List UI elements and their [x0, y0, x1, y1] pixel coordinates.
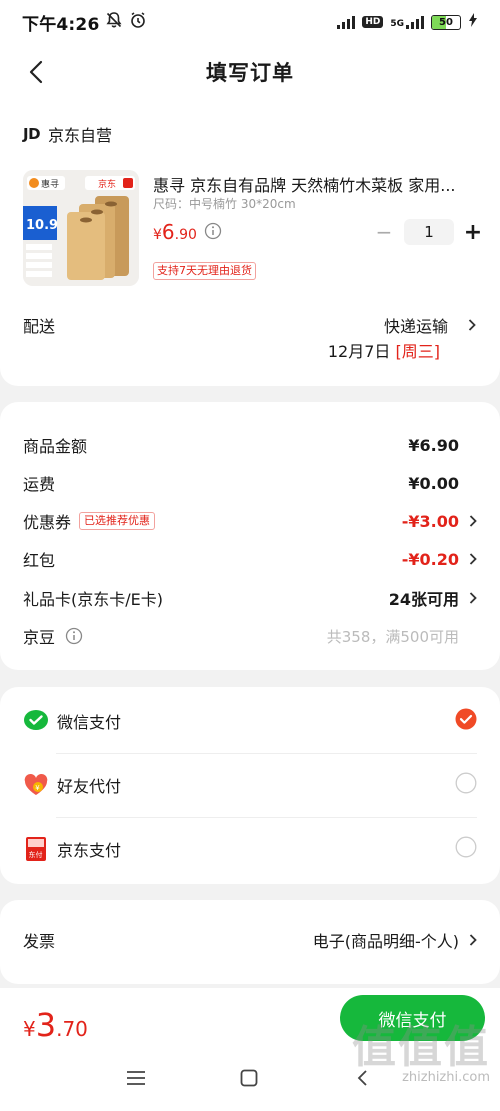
home-icon[interactable] [237, 1066, 261, 1090]
order-total: ¥ 3 .70 [23, 1006, 88, 1044]
back-arrow-icon [29, 60, 43, 84]
invoice-value: 电子(商品明细-个人) [312, 932, 459, 951]
quantity-stepper: − 1 + [370, 219, 486, 245]
decrease-button[interactable]: − [370, 220, 398, 244]
price-summary-card: 商品金额 ¥6.90 运费 ¥0.00 优惠券 已选推荐优惠 -¥3.00 红包… [0, 402, 500, 670]
back-button[interactable] [18, 54, 54, 90]
charging-icon [468, 13, 478, 31]
network-type: 5G [390, 19, 404, 29]
svg-text:¥: ¥ [35, 784, 40, 792]
delivery-label: 配送 [23, 317, 56, 336]
total-integer: 3 [35, 1006, 57, 1044]
summary-row-goods: 商品金额 ¥6.90 [23, 433, 477, 457]
friend-pay-icon: ¥ [23, 772, 49, 798]
shipping-label: 运费 [23, 475, 56, 494]
chevron-right-icon [469, 933, 477, 947]
payment-option-friend[interactable]: ¥ 好友代付 [23, 765, 477, 805]
watermark-logo-text: 值值值 [352, 1022, 490, 1073]
total-currency: ¥ [23, 1017, 36, 1041]
redpacket-value: -¥0.20 [401, 549, 459, 569]
payment-option-jd[interactable]: 东付 京东支付 [23, 829, 477, 869]
status-time: 下午4:26 [22, 14, 100, 35]
delivery-weekday: [周三] [395, 342, 441, 361]
promo-price: 10.9 [26, 218, 58, 233]
return-policy-tag: 支持7天无理由退货 [153, 262, 256, 280]
invoice-row[interactable]: 发票 电子(商品明细-个人) [23, 928, 477, 952]
price-currency: ¥ [153, 227, 162, 243]
chevron-right-icon[interactable] [468, 317, 476, 336]
product-name[interactable]: 惠寻 京东自有品牌 天然楠竹木菜板 家用... [153, 172, 475, 196]
redpacket-label: 红包 [23, 551, 56, 570]
chevron-right-icon [469, 552, 477, 566]
product-price: ¥ 6 .90 [153, 220, 197, 244]
goods-amount-value: ¥6.90 [408, 435, 459, 455]
delivery-method[interactable]: 快递运输 [384, 313, 448, 337]
battery-icon: 50 [431, 14, 461, 30]
delivery-date-text: 12月7日 [327, 342, 391, 361]
battery-level: 50 [439, 16, 453, 28]
page-title: 填写订单 [206, 61, 294, 85]
summary-row-coupon[interactable]: 优惠券 已选推荐优惠 -¥3.00 [23, 509, 477, 533]
quantity-value[interactable]: 1 [404, 219, 454, 245]
summary-row-shipping: 运费 ¥0.00 [23, 471, 477, 495]
coupon-label: 优惠券 [23, 513, 72, 532]
radio-unselected-icon[interactable] [455, 772, 477, 798]
giftcard-label: 礼品卡(京东卡/E卡) [23, 590, 163, 609]
mute-bell-icon [105, 11, 123, 34]
delivery-date[interactable]: 12月7日 [周三] [328, 338, 440, 362]
nav-bar: 填写订单 [0, 44, 500, 100]
info-icon[interactable] [65, 627, 83, 645]
product-card: JD 京东自营 惠寻 京东 10.9 惠寻 京东自有品牌 天然楠竹木菜板 家用.… [0, 100, 500, 386]
jd-logo: JD [23, 125, 41, 143]
coupon-value: -¥3.00 [401, 511, 459, 531]
brand-label-2: 京东 [98, 178, 116, 190]
jd-pay-icon-text: 东付 [29, 850, 43, 859]
payment-method-card: 微信支付 ¥ 好友代付 东付 京东支付 [0, 687, 500, 884]
total-decimal: .70 [56, 1017, 88, 1041]
menu-icon[interactable] [124, 1066, 148, 1090]
hd-badge: HD [362, 16, 384, 28]
system-nav-bar [0, 1066, 500, 1090]
summary-row-redpacket[interactable]: 红包 -¥0.20 [23, 547, 477, 571]
goods-amount-label: 商品金额 [23, 437, 88, 456]
invoice-card: 发票 电子(商品明细-个人) [0, 900, 500, 984]
info-icon[interactable] [204, 222, 222, 240]
coupon-badge: 已选推荐优惠 [79, 512, 156, 530]
store-header: JD 京东自营 [23, 122, 112, 146]
store-name: 京东自营 [48, 126, 113, 145]
signal-5g-icon [406, 15, 424, 29]
summary-row-jingdou: 京豆 共358，满500可用 [23, 624, 477, 648]
system-back-icon[interactable] [350, 1066, 374, 1090]
invoice-label: 发票 [23, 932, 56, 951]
price-integer: 6 [161, 220, 175, 244]
chevron-right-icon [469, 591, 477, 605]
wechat-pay-icon [23, 708, 49, 734]
product-image[interactable]: 惠寻 京东 10.9 [23, 170, 139, 286]
jingdou-label: 京豆 [23, 628, 56, 647]
increase-button[interactable]: + [460, 220, 486, 245]
alarm-icon [129, 11, 147, 34]
shipping-value: ¥0.00 [408, 473, 459, 493]
brand-label-1: 惠寻 [41, 178, 59, 190]
giftcard-value: 24张可用 [388, 590, 459, 609]
jd-pay-icon: 东付 [23, 836, 49, 862]
bottom-bar: ¥ 3 .70 微信支付 值值值 zhizhizhi.com [0, 988, 500, 1111]
payment-label-friend: 好友代付 [57, 777, 122, 796]
summary-row-giftcard[interactable]: 礼品卡(京东卡/E卡) 24张可用 [23, 586, 477, 610]
jingdou-value: 共358，满500可用 [326, 627, 459, 646]
product-spec: 尺码：中号楠竹 30*20cm [153, 197, 296, 211]
signal-icon [337, 15, 356, 29]
payment-label-jd: 京东支付 [57, 841, 122, 860]
price-decimal: .90 [174, 227, 197, 243]
radio-unselected-icon[interactable] [455, 836, 477, 862]
payment-label-wechat: 微信支付 [57, 713, 122, 732]
radio-selected-icon[interactable] [455, 708, 477, 734]
payment-option-wechat[interactable]: 微信支付 [23, 701, 477, 741]
status-bar: 下午4:26 HD 5G 50 [0, 0, 500, 44]
chevron-right-icon [469, 514, 477, 528]
